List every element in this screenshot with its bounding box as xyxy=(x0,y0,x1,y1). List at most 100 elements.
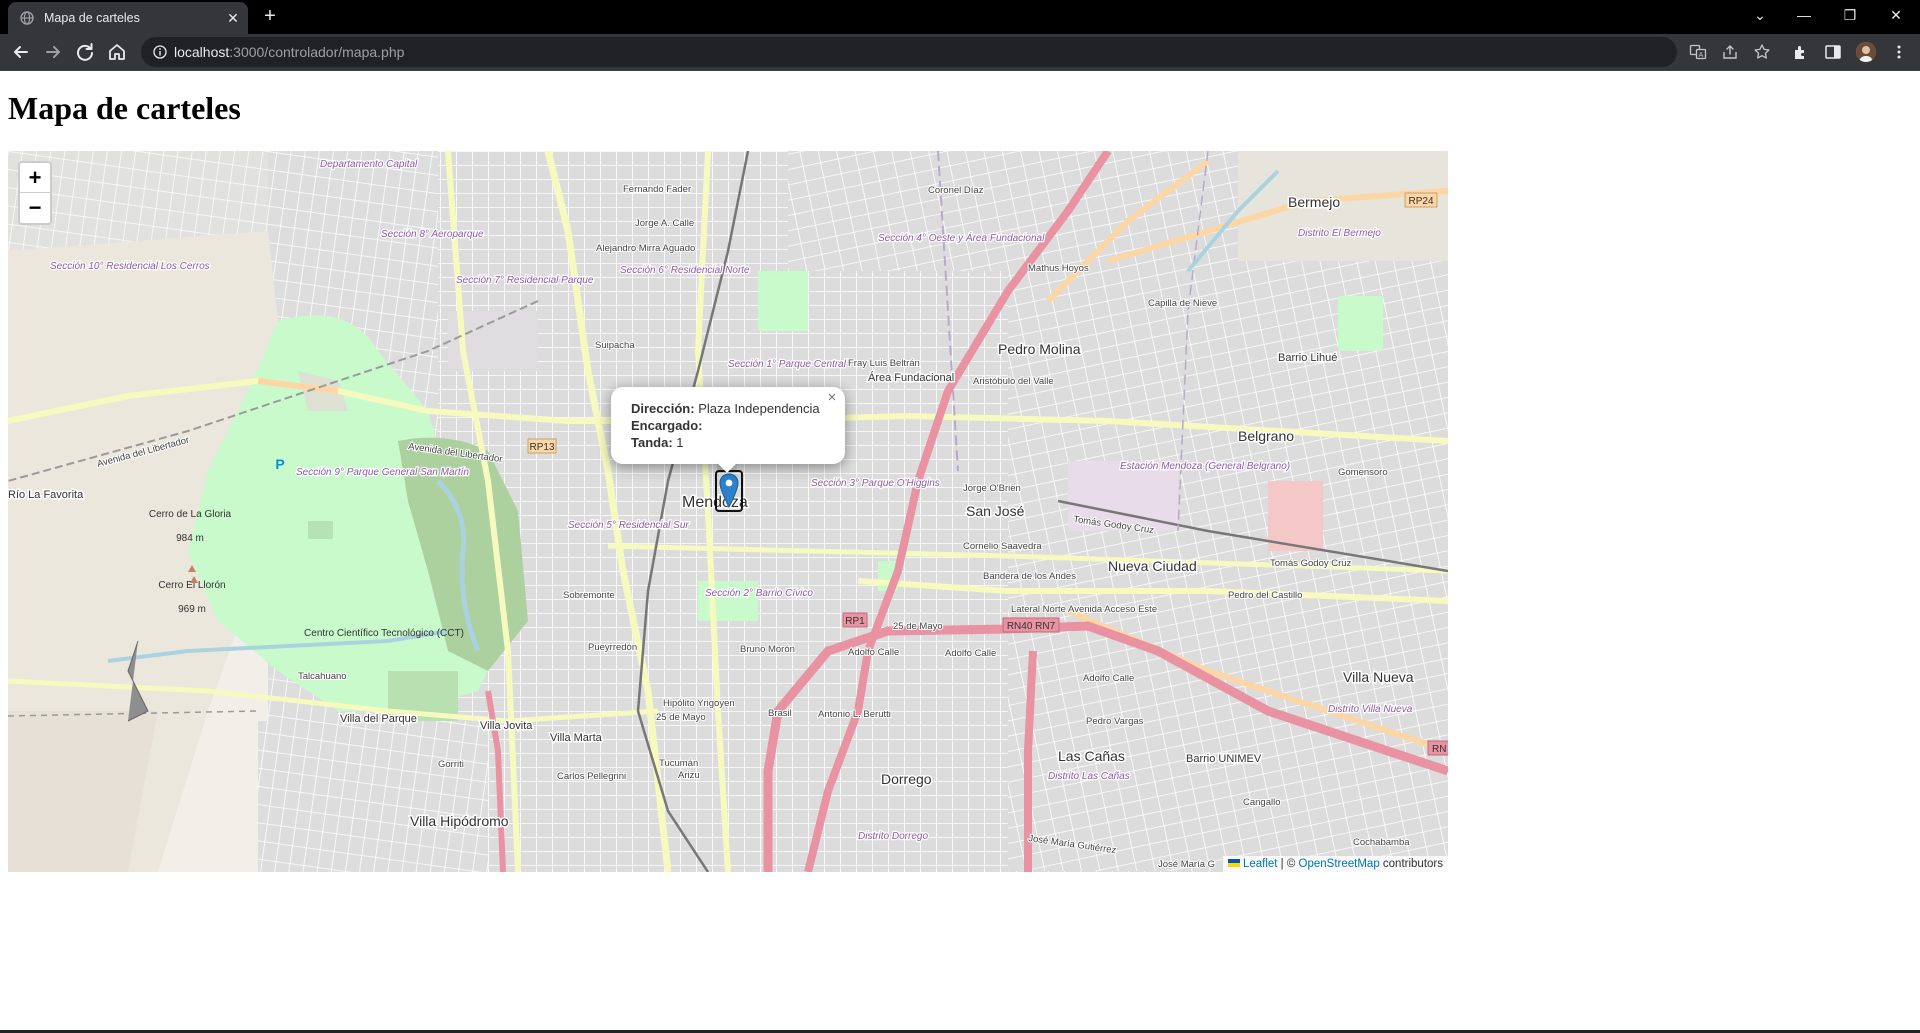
openstreetmap-link[interactable]: OpenStreetMap xyxy=(1299,858,1380,870)
label-distrito-dorrego: Distrito Dorrego xyxy=(858,831,928,842)
back-icon[interactable] xyxy=(7,38,35,66)
close-window-icon[interactable]: ✕ xyxy=(1876,4,1916,26)
browser-toolbar: localhost:3000/controlador/mapa.php A xyxy=(0,34,1920,70)
label-barrio-lihue: Barrio Lihué xyxy=(1278,352,1337,364)
label-adolfo-calle: Adolfo Calle xyxy=(848,647,899,658)
translate-icon[interactable]: A xyxy=(1689,43,1707,61)
tab-title: Mapa de carteles xyxy=(44,11,140,25)
shield-rn-edge: RN xyxy=(1432,744,1446,755)
label-fray-luis-beltran: Fray Luis Beltrán xyxy=(848,358,920,369)
label-adolfo-calle-2: Adolfo Calle xyxy=(945,648,996,659)
label-san-jose: San José xyxy=(966,503,1025,519)
map-marker-icon[interactable] xyxy=(715,470,743,512)
popup-direccion: Dirección: Plaza Independencia xyxy=(631,400,825,417)
label-seccion-4: Sección 4° Oeste y Área Fundacional xyxy=(878,231,1045,244)
label-jose-maria-g: José María G xyxy=(1158,859,1215,870)
label-25-de-mayo: 25 de Mayo xyxy=(893,621,943,632)
popup-direccion-value: Plaza Independencia xyxy=(698,401,820,416)
label-pedro-castillo: Pedro del Castillo xyxy=(1228,590,1302,601)
url-path: :3000/controlador/mapa.php xyxy=(229,44,405,60)
label-departamento-capital: Departamento Capital xyxy=(320,159,418,170)
leaflet-link[interactable]: Leaflet xyxy=(1243,858,1278,870)
map-attribution: Leaflet | © OpenStreetMap contributors xyxy=(1222,856,1448,872)
zoom-in-button[interactable]: + xyxy=(20,163,50,193)
label-jorge-calle: Jorge A. Calle xyxy=(635,218,694,229)
new-tab-button[interactable]: + xyxy=(259,4,281,28)
label-hipolito-yrigoyen: Hipólito Yrigoyen xyxy=(663,698,735,709)
label-adolfo-calle-3: Adolfo Calle xyxy=(1083,673,1134,684)
reload-icon[interactable] xyxy=(71,38,99,66)
popup-tip xyxy=(717,463,737,473)
label-cangallo: Cangallo xyxy=(1243,797,1281,808)
label-villa-marta: Villa Marta xyxy=(550,732,603,744)
browser-tab[interactable]: Mapa de carteles ✕ xyxy=(8,2,248,34)
popup-encargado-label: Encargado: xyxy=(631,418,703,433)
globe-icon xyxy=(20,11,34,25)
popup-tanda: Tanda: 1 xyxy=(631,434,825,451)
extensions-icon[interactable] xyxy=(1792,43,1810,61)
label-alejandro-aguado: Alejandro Mirra Aguado xyxy=(596,243,695,254)
label-villa-del-parque: Villa del Parque xyxy=(340,713,417,725)
label-estacion: Estación Mendoza (General Belgrano) xyxy=(1120,461,1290,472)
profile-avatar[interactable] xyxy=(1856,42,1876,62)
label-aristobulo: Aristóbulo del Valle xyxy=(973,376,1054,387)
label-bandera-andes: Bandera de los Andes xyxy=(983,571,1076,582)
restore-icon[interactable]: ❐ xyxy=(1830,4,1870,26)
label-tucuman: Tucumán xyxy=(659,758,698,769)
label-seccion-6: Sección 6° Residencial Norte xyxy=(620,265,750,276)
home-icon[interactable] xyxy=(103,38,131,66)
label-belgrano: Belgrano xyxy=(1238,428,1294,444)
label-cct: Centro Científico Tecnológico (CCT) xyxy=(304,628,464,639)
url-text[interactable]: localhost:3000/controlador/mapa.php xyxy=(174,44,404,60)
label-dorrego: Dorrego xyxy=(881,771,932,787)
label-seccion-1: Sección 1° Parque Central xyxy=(728,359,847,370)
label-coronel-diaz: Coronel Díaz xyxy=(928,185,984,196)
star-icon[interactable] xyxy=(1753,43,1771,61)
label-seccion-7: Sección 7° Residencial Parque xyxy=(456,275,594,286)
label-cerro-gloria: Cerro de La Gloria xyxy=(149,509,232,520)
label-cochabamba: Cochabamba xyxy=(1353,837,1410,848)
address-bar[interactable]: localhost:3000/controlador/mapa.php xyxy=(141,37,1677,67)
label-villa-jovita: Villa Jovita xyxy=(480,720,533,732)
shield-rn40: RN40 RN7 xyxy=(1007,621,1056,632)
attribution-suffix: contributors xyxy=(1379,858,1443,870)
label-seccion-8: Sección 8° Aeroparque xyxy=(381,229,484,240)
label-pedro-vargas: Pedro Vargas xyxy=(1086,716,1144,727)
marker-popup: × Dirección: Plaza Independencia Encarga… xyxy=(611,387,845,464)
forward-icon[interactable] xyxy=(39,38,67,66)
label-mathus-hoyos: Mathus Hoyos xyxy=(1028,263,1089,274)
label-bruno-moron: Bruno Morón xyxy=(740,644,795,655)
label-acceso-este: Lateral Norte Avenida Acceso Este xyxy=(1011,604,1157,615)
shield-rp24: RP24 xyxy=(1408,196,1433,207)
minimize-icon[interactable]: — xyxy=(1784,4,1824,26)
label-fernando-fader: Fernando Fader xyxy=(623,184,691,195)
info-icon[interactable] xyxy=(153,45,167,59)
label-godoy-cruz-east: Tomás Godoy Cruz xyxy=(1270,558,1352,569)
shield-rp13: RP13 xyxy=(529,442,554,453)
label-villa-hipodromo: Villa Hipódromo xyxy=(410,813,509,829)
label-jorge-obrien: Jorge O'Brien xyxy=(963,483,1021,494)
label-distrito-bermejo: Distrito El Bermejo xyxy=(1298,228,1381,239)
popup-direccion-label: Dirección: xyxy=(631,401,695,416)
zoom-out-button[interactable]: − xyxy=(20,193,50,223)
share-icon[interactable] xyxy=(1721,43,1739,61)
label-pueyrredon: Pueyrredón xyxy=(588,642,637,653)
label-suipacha: Suipacha xyxy=(595,340,635,351)
tab-strip: Mapa de carteles ✕ + ⌄ — ❐ ✕ xyxy=(0,0,1920,34)
label-gomensoro: Gomensoro xyxy=(1338,467,1388,478)
label-sobremonte: Sobremonte xyxy=(563,590,615,601)
label-cornelio-saavedra: Cornelio Saavedra xyxy=(963,541,1042,552)
label-cerro-lloron-alt: 969 m xyxy=(178,604,206,615)
tab-close-icon[interactable]: ✕ xyxy=(224,9,242,27)
label-seccion-10: Sección 10° Residencial Los Cerros xyxy=(50,261,210,272)
label-gorriti: Gorriti xyxy=(438,759,464,770)
tab-search-icon[interactable]: ⌄ xyxy=(1740,4,1780,26)
side-panel-icon[interactable] xyxy=(1824,43,1842,61)
leaflet-map[interactable]: RP13 RP1 RN40 RN7 RP24 RN Mendoza Pedro … xyxy=(8,151,1448,872)
label-rio-la-favorita: Río La Favorita xyxy=(8,489,84,501)
parking-icon: P xyxy=(275,456,284,472)
menu-icon[interactable] xyxy=(1890,43,1908,61)
label-arizu: Arizu xyxy=(678,770,700,781)
popup-close-button[interactable]: × xyxy=(824,390,840,406)
label-seccion-5: Sección 5° Residencial Sur xyxy=(568,520,689,531)
